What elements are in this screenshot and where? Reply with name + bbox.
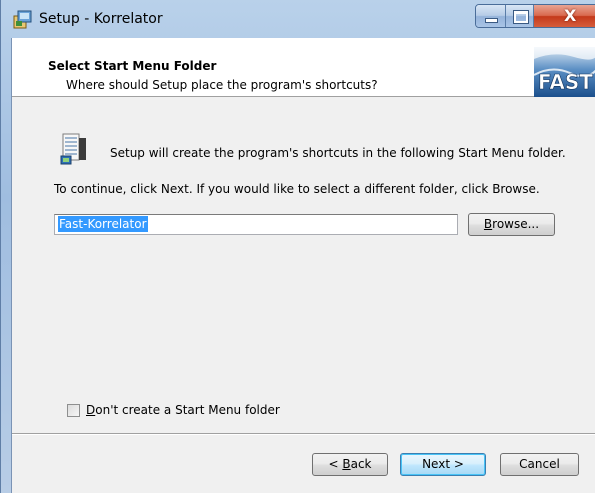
cancel-button[interactable]: Cancel	[500, 453, 579, 476]
start-menu-folder-icon	[60, 133, 86, 165]
maximize-button[interactable]	[506, 5, 534, 27]
close-icon: X	[564, 6, 577, 25]
no-start-menu-folder-checkbox[interactable]	[67, 404, 80, 417]
setup-app-icon	[13, 10, 32, 29]
intro-text: Setup will create the program's shortcut…	[110, 146, 566, 160]
checkbox-accel: D	[86, 403, 96, 417]
footer-separator	[12, 433, 595, 435]
folder-input-value: Fast-Korrelator	[58, 216, 148, 232]
wizard-header: Select Start Menu Folder Where should Se…	[12, 38, 595, 97]
page-title: Select Start Menu Folder	[48, 59, 217, 73]
close-button[interactable]: X	[534, 5, 595, 27]
minimize-button[interactable]	[476, 5, 506, 27]
start-menu-folder-input[interactable]: Fast-Korrelator	[54, 214, 458, 235]
browse-accel: B	[483, 217, 493, 231]
caption-buttons: X	[475, 4, 595, 28]
logo-text: FAST	[538, 70, 593, 94]
wizard-client-area: Select Start Menu Folder Where should Se…	[11, 38, 595, 493]
title-bar[interactable]: Setup - Korrelator X	[1, 0, 595, 38]
browse-button[interactable]: Browse...	[468, 213, 555, 236]
instructions-text: To continue, click Next. If you would li…	[54, 182, 540, 196]
back-accel: B	[342, 457, 351, 471]
window-title: Setup - Korrelator	[39, 11, 163, 27]
no-start-menu-folder-label[interactable]: Don't create a Start Menu folder	[86, 403, 280, 417]
setup-window: Setup - Korrelator X Select Start Menu F…	[0, 0, 595, 493]
page-subtitle: Where should Setup place the program's s…	[66, 78, 378, 92]
back-button[interactable]: < Back	[312, 453, 388, 476]
fast-logo: FAST	[534, 47, 595, 97]
next-button[interactable]: Next >	[400, 453, 486, 476]
